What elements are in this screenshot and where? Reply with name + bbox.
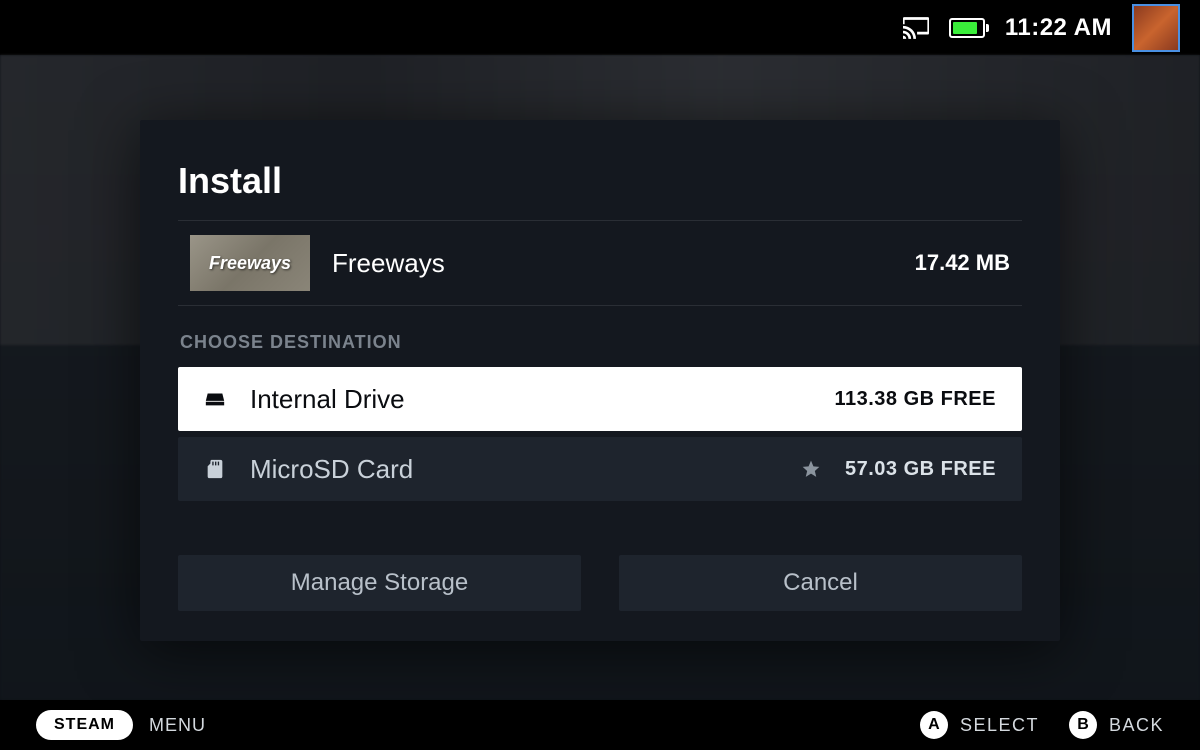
steam-button[interactable]: STEAM bbox=[36, 710, 133, 740]
manage-storage-button[interactable]: Manage Storage bbox=[178, 555, 581, 611]
avatar[interactable] bbox=[1132, 4, 1180, 52]
game-row: Freeways Freeways 17.42 MB bbox=[178, 221, 1022, 305]
install-dialog: Install Freeways Freeways 17.42 MB CHOOS… bbox=[140, 120, 1060, 641]
a-button-icon: A bbox=[920, 711, 948, 739]
hint-label: SELECT bbox=[960, 715, 1039, 736]
choose-destination-label: CHOOSE DESTINATION bbox=[180, 332, 1022, 353]
destination-free-space: 113.38 GB FREE bbox=[834, 388, 996, 411]
bottom-hint-bar: STEAM MENU A SELECT B BACK bbox=[0, 700, 1200, 750]
game-size: 17.42 MB bbox=[915, 250, 1010, 276]
destination-name: MicroSD Card bbox=[250, 454, 777, 485]
destination-free-space: 57.03 GB FREE bbox=[845, 458, 996, 481]
internal-drive-icon bbox=[204, 388, 226, 410]
b-button-icon: B bbox=[1069, 711, 1097, 739]
game-thumbnail: Freeways bbox=[190, 235, 310, 291]
sd-card-icon bbox=[204, 458, 226, 480]
dialog-title: Install bbox=[178, 160, 1022, 202]
hint-select: A SELECT bbox=[920, 711, 1039, 739]
destination-name: Internal Drive bbox=[250, 384, 810, 415]
cast-icon bbox=[903, 17, 929, 39]
destination-internal-drive[interactable]: Internal Drive 113.38 GB FREE bbox=[178, 367, 1022, 431]
top-status-bar: 11:22 AM bbox=[0, 0, 1200, 55]
hint-label: BACK bbox=[1109, 715, 1164, 736]
game-name: Freeways bbox=[332, 248, 893, 279]
menu-label: MENU bbox=[149, 715, 206, 736]
star-icon bbox=[801, 459, 821, 479]
cancel-button[interactable]: Cancel bbox=[619, 555, 1022, 611]
hint-back: B BACK bbox=[1069, 711, 1164, 739]
battery-icon bbox=[949, 18, 985, 38]
clock: 11:22 AM bbox=[1005, 14, 1112, 42]
destination-microsd-card[interactable]: MicroSD Card 57.03 GB FREE bbox=[178, 437, 1022, 501]
